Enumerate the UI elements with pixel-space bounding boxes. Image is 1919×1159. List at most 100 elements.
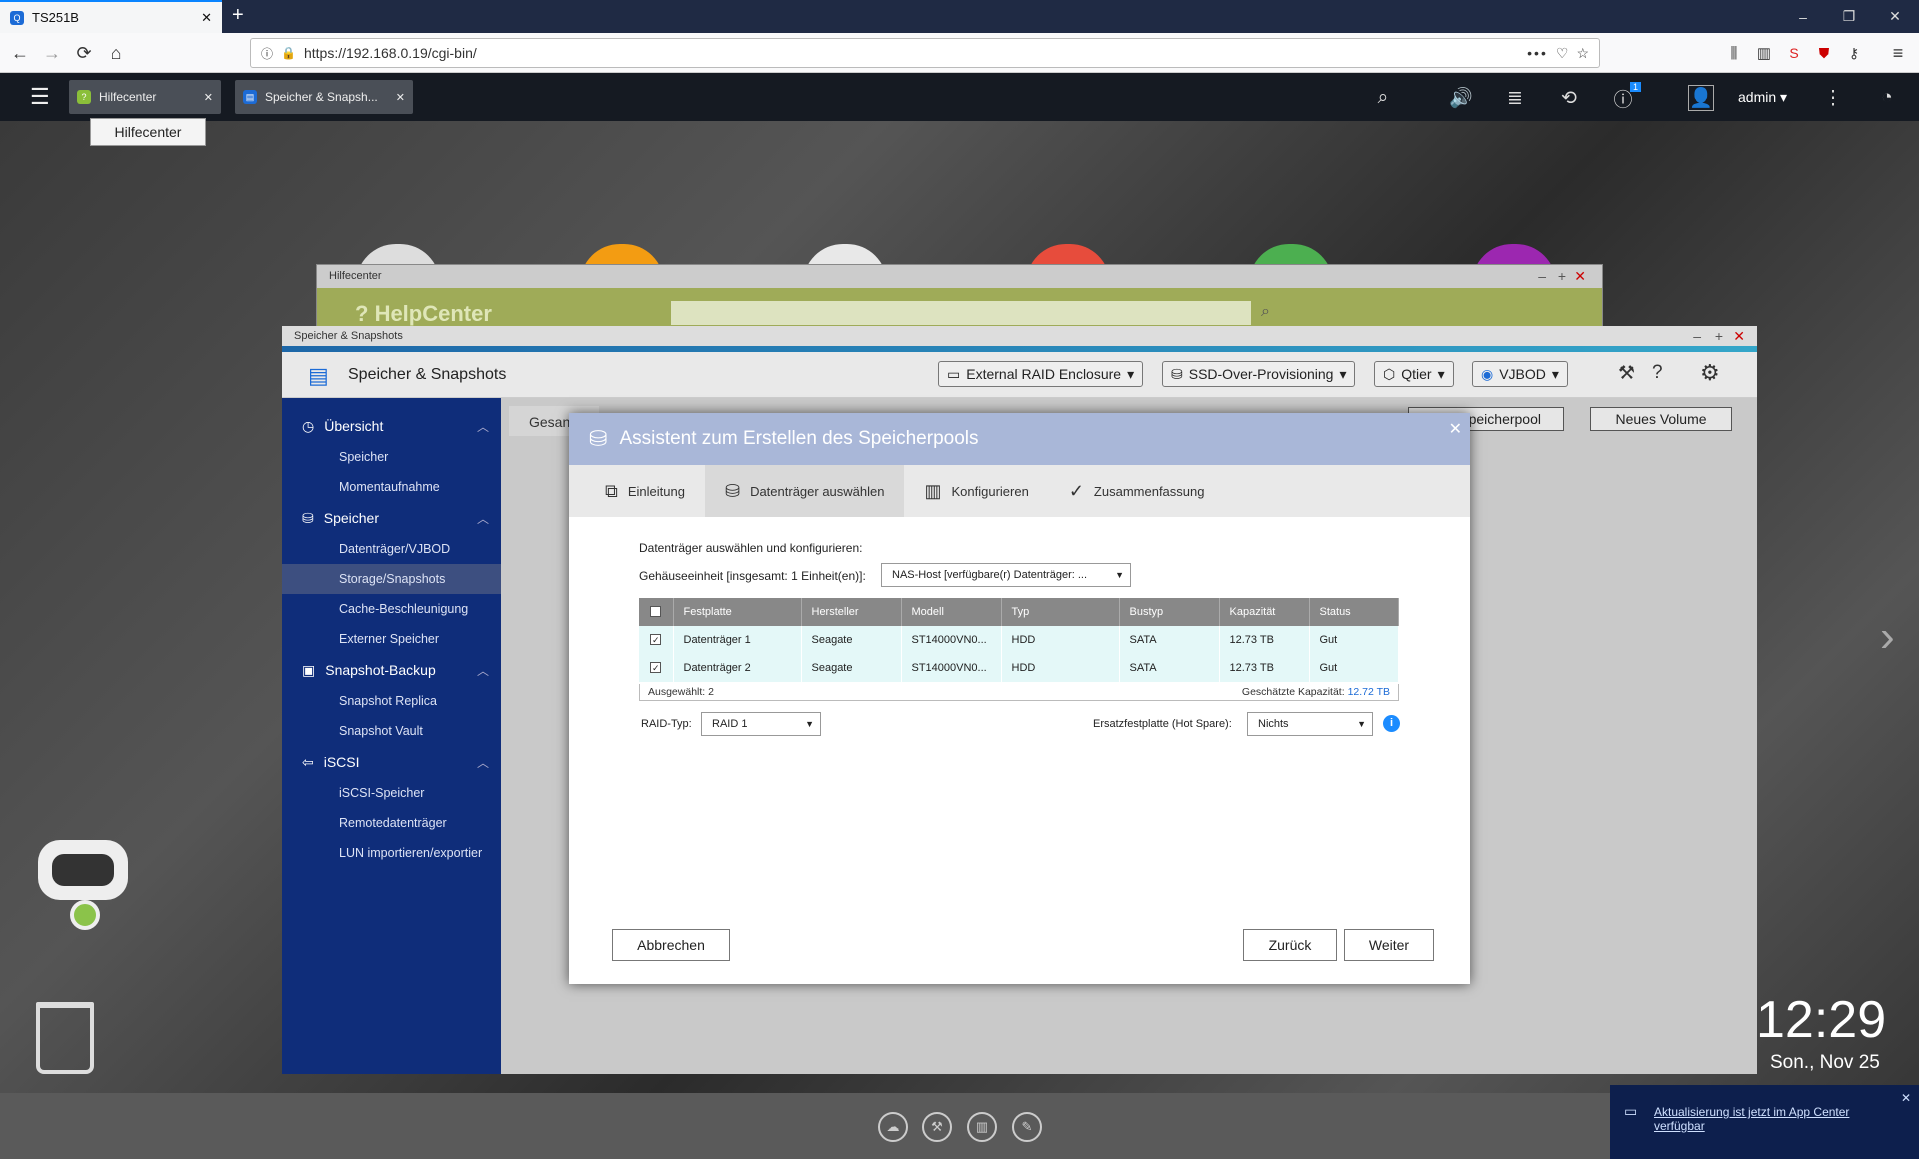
- restore-button[interactable]: ❐: [1826, 0, 1872, 33]
- volume-icon[interactable]: 🔊: [1448, 85, 1474, 111]
- sidebar-item-external[interactable]: Externer Speicher: [282, 624, 501, 654]
- column-header[interactable]: Status: [1309, 598, 1399, 626]
- chevron-right-icon[interactable]: ›: [1880, 612, 1895, 662]
- column-header[interactable]: Hersteller: [801, 598, 902, 626]
- tab-close-icon[interactable]: ✕: [396, 91, 405, 104]
- row-checkbox[interactable]: ✓: [639, 654, 674, 682]
- tools-icon[interactable]: ⚒: [1618, 362, 1635, 385]
- tasks-icon[interactable]: ≣: [1502, 85, 1528, 111]
- edit-icon[interactable]: ✎: [1012, 1112, 1042, 1142]
- extension-icon[interactable]: S: [1782, 41, 1806, 65]
- button-label: VJBOD: [1499, 366, 1546, 382]
- sidebar-item-lun-import[interactable]: LUN importieren/exportier: [282, 838, 501, 868]
- info-icon[interactable]: ⓘ: [261, 45, 273, 62]
- close-icon[interactable]: ✕: [1733, 328, 1745, 345]
- next-button[interactable]: Weiter: [1344, 929, 1434, 961]
- sync-icon[interactable]: ⟲: [1556, 85, 1582, 111]
- apps-icon[interactable]: ▥: [967, 1112, 997, 1142]
- minimize-icon[interactable]: –: [1538, 268, 1546, 284]
- tools-icon[interactable]: ⚒: [922, 1112, 952, 1142]
- configure-icon: ▥: [924, 480, 942, 501]
- back-button[interactable]: ←: [8, 41, 32, 65]
- menu-icon[interactable]: ≡: [1886, 41, 1910, 65]
- sidebar-item-datentraeger[interactable]: Datenträger/VJBOD: [282, 534, 501, 564]
- column-header[interactable]: Festplatte: [673, 598, 802, 626]
- notification-line1[interactable]: Aktualisierung ist jetzt im App Center: [1654, 1105, 1905, 1119]
- close-icon[interactable]: ✕: [1574, 268, 1586, 285]
- robot-assistant-icon[interactable]: [38, 840, 128, 900]
- external-raid-button[interactable]: ▭ External RAID Enclosure ▾: [938, 361, 1144, 387]
- user-avatar-icon[interactable]: 👤: [1688, 85, 1714, 111]
- browser-tab[interactable]: Q TS251B ✕: [0, 0, 222, 33]
- shield-icon[interactable]: ⛊: [1812, 41, 1836, 65]
- more-icon[interactable]: ⋮: [1820, 85, 1846, 111]
- tab-close-icon[interactable]: ✕: [201, 10, 212, 26]
- helpcenter-window[interactable]: Hilfecenter ✕ + – ? HelpCenter ⌕: [316, 264, 1603, 334]
- reload-button[interactable]: ⟳: [72, 41, 96, 65]
- sidebar-item-snapshot-vault[interactable]: Snapshot Vault: [282, 716, 501, 746]
- trash-icon[interactable]: [36, 1002, 94, 1074]
- sidebar-icon[interactable]: ▥: [1752, 41, 1776, 65]
- library-icon[interactable]: ⫼: [1722, 41, 1746, 65]
- vjbod-button[interactable]: ◉ VJBOD ▾: [1472, 361, 1568, 387]
- tab-close-icon[interactable]: ✕: [204, 91, 213, 104]
- user-menu[interactable]: admin ▾: [1738, 89, 1787, 106]
- update-notification[interactable]: ▭ ✕ Aktualisierung ist jetzt im App Cent…: [1610, 1085, 1919, 1159]
- new-tab-button[interactable]: +: [232, 4, 244, 27]
- sidebar-item-storage-snapshots[interactable]: Storage/Snapshots: [282, 564, 501, 594]
- help-search-input[interactable]: [671, 301, 1251, 325]
- row-checkbox[interactable]: ✓: [639, 626, 674, 654]
- close-icon[interactable]: ✕: [1901, 1091, 1911, 1105]
- home-button[interactable]: ⌂: [104, 41, 128, 65]
- page-actions-icon[interactable]: •••: [1527, 45, 1548, 61]
- maximize-icon[interactable]: +: [1715, 328, 1723, 344]
- forward-button[interactable]: →: [40, 41, 64, 65]
- window-close-button[interactable]: ✕: [1872, 0, 1918, 33]
- close-icon[interactable]: ✕: [1449, 419, 1462, 439]
- bookmark-star-icon[interactable]: ☆: [1576, 45, 1589, 62]
- est-value: 12.72 TB: [1347, 686, 1390, 698]
- sidebar-section-snapshot-backup[interactable]: ▣ Snapshot-Backup ︿: [282, 654, 501, 686]
- qtier-button[interactable]: ⬡ Qtier ▾: [1374, 361, 1454, 387]
- table-row[interactable]: ✓ Datenträger 1 Seagate ST14000VN0... HD…: [639, 626, 1399, 654]
- minimize-icon[interactable]: –: [1693, 328, 1701, 344]
- key-icon[interactable]: ⚷: [1842, 41, 1866, 65]
- column-header[interactable]: Typ: [1001, 598, 1120, 626]
- dashboard-icon[interactable]: ◔: [1874, 85, 1900, 111]
- sidebar-item-momentaufnahme[interactable]: Momentaufnahme: [282, 472, 501, 502]
- column-header[interactable]: Bustyp: [1119, 598, 1220, 626]
- cancel-button[interactable]: Abbrechen: [612, 929, 730, 961]
- maximize-icon[interactable]: +: [1558, 268, 1566, 284]
- url-bar[interactable]: ⓘ 🔒 https://192.168.0.19/cgi-bin/ ••• ♡ …: [250, 38, 1600, 68]
- minimize-button[interactable]: –: [1780, 0, 1826, 33]
- search-icon[interactable]: ⌕: [1370, 85, 1396, 111]
- ssd-overprovisioning-button[interactable]: ⛁ SSD-Over-Provisioning ▾: [1162, 361, 1356, 387]
- qts-tab-hilfecenter[interactable]: ? Hilfecenter ✕: [69, 80, 221, 114]
- back-button[interactable]: Zurück: [1243, 929, 1337, 961]
- sidebar-item-cache[interactable]: Cache-Beschleunigung: [282, 594, 501, 624]
- hot-spare-select[interactable]: Nichts ▼: [1247, 712, 1373, 736]
- cloud-icon[interactable]: ☁: [878, 1112, 908, 1142]
- select-all-checkbox[interactable]: ✓: [639, 598, 674, 626]
- help-icon[interactable]: ?: [1652, 362, 1663, 384]
- sidebar-section-iscsi[interactable]: ⇦ iSCSI ︿: [282, 746, 501, 778]
- sidebar-section-overview[interactable]: ◷ Übersicht ︿: [282, 410, 501, 442]
- column-header[interactable]: Modell: [901, 598, 1002, 626]
- sidebar-item-snapshot-replica[interactable]: Snapshot Replica: [282, 686, 501, 716]
- settings-gear-icon[interactable]: ⚙: [1700, 360, 1720, 386]
- enclosure-select[interactable]: NAS-Host [verfügbare(r) Datenträger: ...…: [881, 563, 1131, 587]
- new-volume-button[interactable]: Neues Volume: [1590, 407, 1732, 431]
- sidebar-item-iscsi-storage[interactable]: iSCSI-Speicher: [282, 778, 501, 808]
- table-row[interactable]: ✓ Datenträger 2 Seagate ST14000VN0... HD…: [639, 654, 1399, 682]
- notification-line2[interactable]: verfügbar: [1654, 1119, 1905, 1133]
- pocket-icon[interactable]: ♡: [1556, 45, 1569, 62]
- search-icon[interactable]: ⌕: [1261, 303, 1270, 321]
- info-icon[interactable]: i: [1383, 715, 1400, 732]
- sidebar-section-storage[interactable]: ⛁ Speicher ︿: [282, 502, 501, 534]
- qts-tab-storage[interactable]: ▤ Speicher & Snapsh... ✕: [235, 80, 413, 114]
- main-menu-icon[interactable]: ☰: [30, 84, 50, 110]
- sidebar-item-remote-disk[interactable]: Remotedatenträger: [282, 808, 501, 838]
- sidebar-item-speicher[interactable]: Speicher: [282, 442, 501, 472]
- raid-type-select[interactable]: RAID 1 ▼: [701, 712, 821, 736]
- column-header[interactable]: Kapazität: [1219, 598, 1310, 626]
